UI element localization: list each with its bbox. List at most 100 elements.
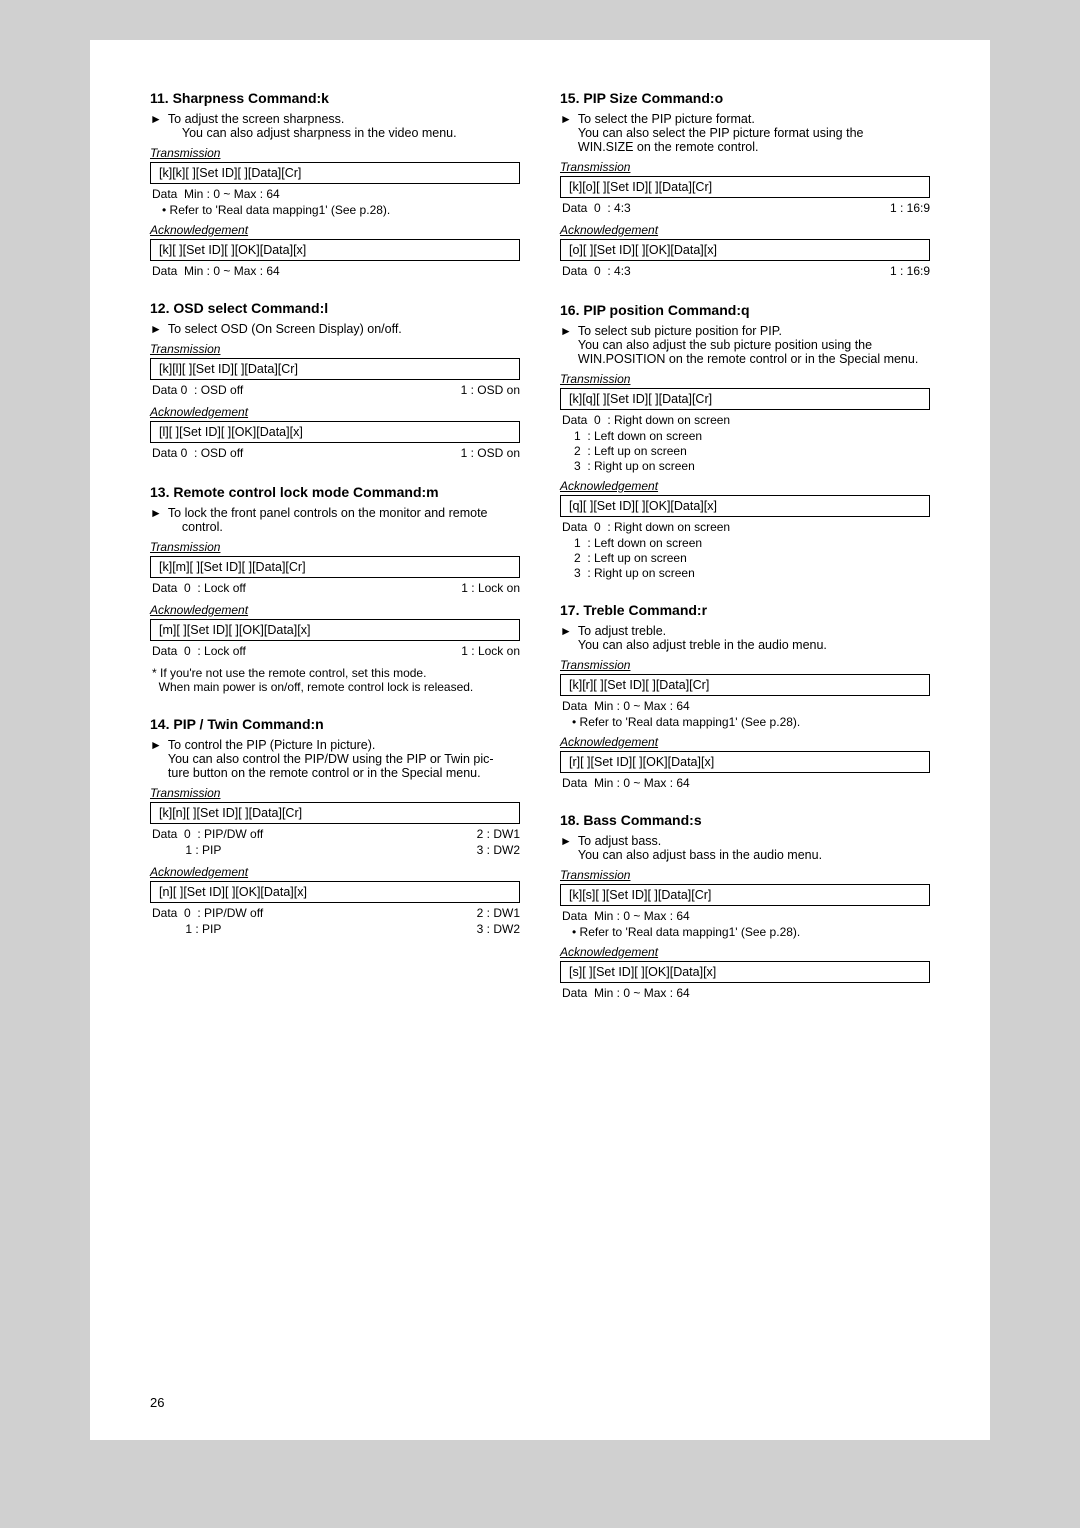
section-11-transmission-code: [k][k][ ][Set ID][ ][Data][Cr] <box>150 162 520 184</box>
section-18-transmission-code: [k][s][ ][Set ID][ ][Data][Cr] <box>560 884 930 906</box>
left-column: 11. Sharpness Command:k ► To adjust the … <box>150 90 520 1022</box>
section-13-ack-label: Acknowledgement <box>150 603 520 617</box>
section-16-trans-data-4: 3 : Right up on screen <box>560 459 930 473</box>
section-14-ack-label: Acknowledgement <box>150 865 520 879</box>
arrow-icon: ► <box>560 624 572 638</box>
section-16-ack-code: [q][ ][Set ID][ ][OK][Data][x] <box>560 495 930 517</box>
section-14-bullet-1: ► To control the PIP (Picture In picture… <box>150 738 520 780</box>
section-17-trans-data-1: Data Min : 0 ~ Max : 64 <box>560 699 930 713</box>
section-16-ack-data-3: 2 : Left up on screen <box>560 551 930 565</box>
section-11-ack-label: Acknowledgement <box>150 223 520 237</box>
section-16-title: 16. PIP position Command:q <box>560 302 930 318</box>
section-16: 16. PIP position Command:q ► To select s… <box>560 302 930 580</box>
section-11: 11. Sharpness Command:k ► To adjust the … <box>150 90 520 278</box>
section-16-bullet-text-1: To select sub picture position for PIP. … <box>578 324 918 366</box>
section-18-trans-data-1: Data Min : 0 ~ Max : 64 <box>560 909 930 923</box>
section-15-ack-data-row: Data 0 : 4:3 1 : 16:9 <box>560 264 930 280</box>
section-17: 17. Treble Command:r ► To adjust treble.… <box>560 602 930 790</box>
section-12-ack-data-2: 1 : OSD on <box>459 446 520 460</box>
section-14-trans-data-row-2: 1 : PIP 3 : DW2 <box>150 843 520 859</box>
arrow-icon: ► <box>150 112 162 126</box>
section-11-trans-data-1: Data Min : 0 ~ Max : 64 <box>150 187 520 201</box>
section-11-trans-note: • Refer to 'Real data mapping1' (See p.2… <box>150 203 520 217</box>
section-17-transmission-label: Transmission <box>560 658 930 672</box>
section-13-note: * If you're not use the remote control, … <box>150 666 520 694</box>
section-15-bullet-1: ► To select the PIP picture format. You … <box>560 112 930 154</box>
section-11-title: 11. Sharpness Command:k <box>150 90 520 106</box>
section-13-ack-code: [m][ ][Set ID][ ][OK][Data][x] <box>150 619 520 641</box>
section-12-title: 12. OSD select Command:l <box>150 300 520 316</box>
section-11-ack-code: [k][ ][Set ID][ ][OK][Data][x] <box>150 239 520 261</box>
section-13-transmission-code: [k][m][ ][Set ID][ ][Data][Cr] <box>150 556 520 578</box>
section-17-ack-data-1: Data Min : 0 ~ Max : 64 <box>560 776 930 790</box>
section-11-bullet-1: ► To adjust the screen sharpness.You can… <box>150 112 520 140</box>
section-13-title: 13. Remote control lock mode Command:m <box>150 484 520 500</box>
section-14: 14. PIP / Twin Command:n ► To control th… <box>150 716 520 938</box>
section-15-trans-data-2: 1 : 16:9 <box>888 201 930 215</box>
section-16-trans-data-3: 2 : Left up on screen <box>560 444 930 458</box>
section-13-bullet-1: ► To lock the front panel controls on th… <box>150 506 520 534</box>
section-15-transmission-label: Transmission <box>560 160 930 174</box>
section-18-ack-data-1: Data Min : 0 ~ Max : 64 <box>560 986 930 1000</box>
section-14-ack-code: [n][ ][Set ID][ ][OK][Data][x] <box>150 881 520 903</box>
arrow-icon: ► <box>560 324 572 338</box>
section-13-ack-data-row: Data 0 : Lock off 1 : Lock on <box>150 644 520 660</box>
section-14-ack-data-2b: 3 : DW2 <box>475 922 520 936</box>
section-18-bullet-text-1: To adjust bass. You can also adjust bass… <box>578 834 822 862</box>
content-columns: 11. Sharpness Command:k ► To adjust the … <box>150 90 930 1022</box>
section-14-trans-data-1a: Data 0 : PIP/DW off <box>150 827 263 841</box>
arrow-icon: ► <box>560 112 572 126</box>
section-15-trans-data-1: Data 0 : 4:3 <box>560 201 631 215</box>
section-14-ack-data-row-2: 1 : PIP 3 : DW2 <box>150 922 520 938</box>
section-16-bullet-1: ► To select sub picture position for PIP… <box>560 324 930 366</box>
page-number: 26 <box>150 1395 164 1410</box>
section-14-ack-data-2a: 1 : PIP <box>150 922 221 936</box>
section-14-trans-data-2b: 3 : DW2 <box>475 843 520 857</box>
section-16-transmission-code: [k][q][ ][Set ID][ ][Data][Cr] <box>560 388 930 410</box>
section-16-ack-data-1: Data 0 : Right down on screen <box>560 520 930 534</box>
section-16-trans-data-2: 1 : Left down on screen <box>560 429 930 443</box>
section-13: 13. Remote control lock mode Command:m ►… <box>150 484 520 694</box>
section-18-title: 18. Bass Command:s <box>560 812 930 828</box>
section-18: 18. Bass Command:s ► To adjust bass. You… <box>560 812 930 1000</box>
section-12-ack-code: [l][ ][Set ID][ ][OK][Data][x] <box>150 421 520 443</box>
section-14-trans-data-2a: 1 : PIP <box>150 843 221 857</box>
page: 11. Sharpness Command:k ► To adjust the … <box>90 40 990 1440</box>
arrow-icon: ► <box>560 834 572 848</box>
section-12-bullet-1: ► To select OSD (On Screen Display) on/o… <box>150 322 520 336</box>
section-12-trans-data-row: Data 0 : OSD off 1 : OSD on <box>150 383 520 399</box>
section-15-ack-data-2: 1 : 16:9 <box>888 264 930 278</box>
section-14-title: 14. PIP / Twin Command:n <box>150 716 520 732</box>
section-13-ack-data-1: Data 0 : Lock off <box>150 644 246 658</box>
section-11-transmission-label: Transmission <box>150 146 520 160</box>
section-14-ack-data-1b: 2 : DW1 <box>475 906 520 920</box>
section-18-transmission-label: Transmission <box>560 868 930 882</box>
section-15-ack-label: Acknowledgement <box>560 223 930 237</box>
section-15-title: 15. PIP Size Command:o <box>560 90 930 106</box>
section-15-ack-data-1: Data 0 : 4:3 <box>560 264 631 278</box>
section-17-ack-label: Acknowledgement <box>560 735 930 749</box>
section-14-bullet-text-1: To control the PIP (Picture In picture).… <box>168 738 494 780</box>
section-15-trans-data-row: Data 0 : 4:3 1 : 16:9 <box>560 201 930 217</box>
section-12-ack-data-row: Data 0 : OSD off 1 : OSD on <box>150 446 520 462</box>
section-15-transmission-code: [k][o][ ][Set ID][ ][Data][Cr] <box>560 176 930 198</box>
section-12-transmission-label: Transmission <box>150 342 520 356</box>
section-16-ack-data-4: 3 : Right up on screen <box>560 566 930 580</box>
section-12-ack-label: Acknowledgement <box>150 405 520 419</box>
section-16-ack-label: Acknowledgement <box>560 479 930 493</box>
right-column: 15. PIP Size Command:o ► To select the P… <box>560 90 930 1022</box>
section-15-ack-code: [o][ ][Set ID][ ][OK][Data][x] <box>560 239 930 261</box>
section-13-transmission-label: Transmission <box>150 540 520 554</box>
section-13-trans-data-1: Data 0 : Lock off <box>150 581 246 595</box>
section-16-trans-data-1: Data 0 : Right down on screen <box>560 413 930 427</box>
arrow-icon: ► <box>150 322 162 336</box>
section-11-ack-data-1: Data Min : 0 ~ Max : 64 <box>150 264 520 278</box>
section-13-ack-data-2: 1 : Lock on <box>459 644 520 658</box>
section-14-transmission-label: Transmission <box>150 786 520 800</box>
section-13-trans-data-row: Data 0 : Lock off 1 : Lock on <box>150 581 520 597</box>
section-18-ack-label: Acknowledgement <box>560 945 930 959</box>
section-12-trans-data-2: 1 : OSD on <box>459 383 520 397</box>
arrow-icon: ► <box>150 738 162 752</box>
section-18-ack-code: [s][ ][Set ID][ ][OK][Data][x] <box>560 961 930 983</box>
section-18-bullet-1: ► To adjust bass. You can also adjust ba… <box>560 834 930 862</box>
